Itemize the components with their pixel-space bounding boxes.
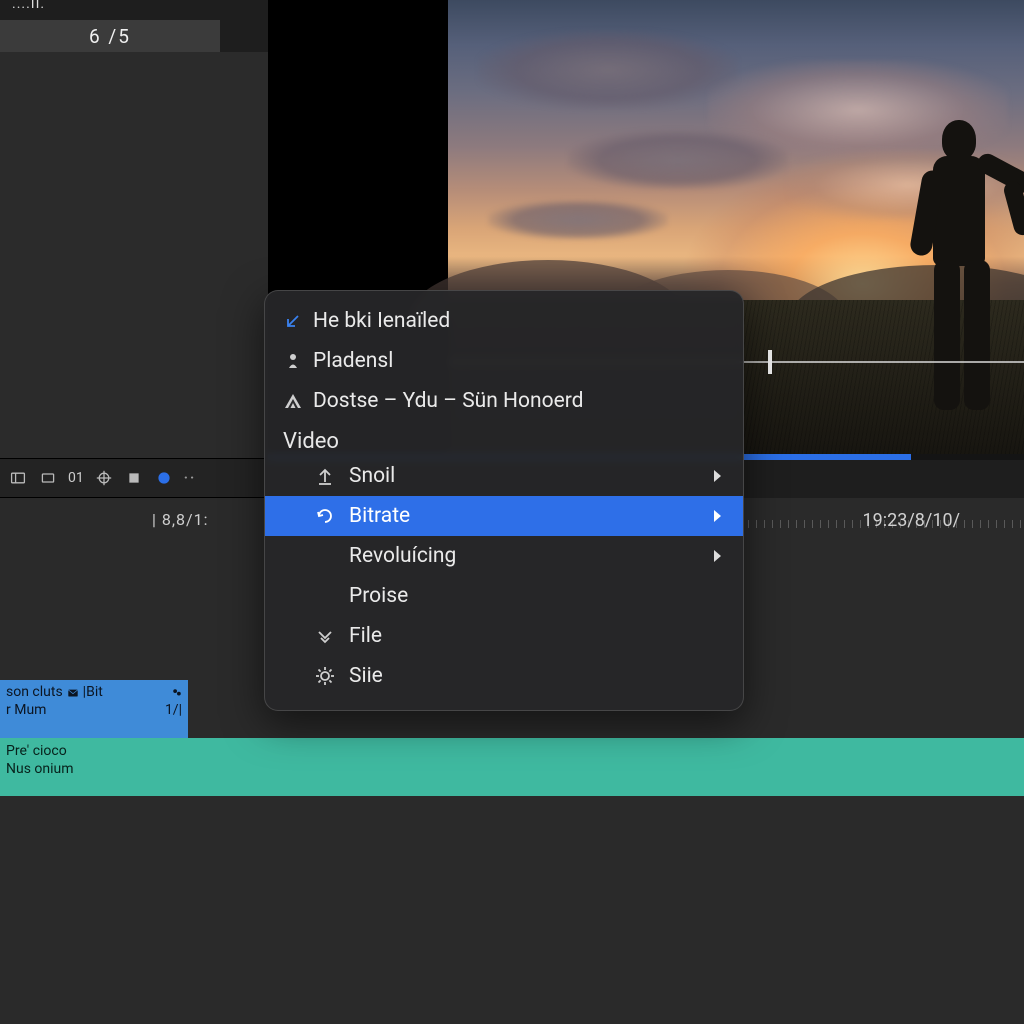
context-menu[interactable]: He bki Ienaïled Pladensl Dostse – Ydu – … [264,290,744,711]
clip-video[interactable]: son cluts |Bit r Mum 1/| [0,680,188,738]
subject-silhouette [878,120,1018,420]
arrow-down-left-icon [283,311,313,331]
menu-item-revoluicing[interactable]: Revoluícing [265,536,743,576]
menu-label: File [349,624,382,648]
clip-audio-l1: Pre' cioco [6,742,1018,760]
menu-section-video: Video [265,421,743,456]
clip-sub-b: 1/| [165,702,182,720]
top-label: ....II. [12,0,45,12]
menu-item-dostse[interactable]: Dostse – Ydu – Sün Honoerd [265,381,743,421]
chevron-right-icon [714,470,721,482]
clip-audio[interactable]: Pre' cioco Nus onium [0,738,1024,796]
clip-icon[interactable] [38,468,58,488]
time-label-left: | 8,8/1: [152,510,208,529]
mail-icon [68,688,78,698]
menu-item-proise[interactable]: Proise [265,576,743,616]
signal-icon [283,391,313,411]
chevron-right-icon [714,510,721,522]
menu-item-siie[interactable]: Siie [265,656,743,696]
target-icon[interactable] [94,468,114,488]
refresh-icon [315,506,349,526]
menu-item-snoil[interactable]: Snoil [265,456,743,496]
toolbar: 01 ·· [0,458,268,498]
clip-label-b: |Bit [83,684,103,702]
record-icon[interactable] [154,468,174,488]
menu-label: Revoluícing [349,544,456,568]
stop-icon[interactable] [124,468,144,488]
tag-icon [172,688,182,698]
menu-label: Pladensl [313,349,393,373]
fraction-value[interactable]: 6 /5 [0,20,220,52]
time-label-right: 19:23/8/10/ [863,510,960,531]
left-panel [0,52,268,458]
gear-icon [315,666,349,686]
clip-audio-l2: Nus onium [6,760,1018,778]
toolbar-counter: 01 [68,470,84,486]
clip-label: son cluts [6,684,63,702]
clip-sub-a: r Mum [6,702,46,720]
menu-label: Snoil [349,464,395,488]
menu-item-pladensl[interactable]: Pladensl [265,341,743,381]
menu-item-bitrate[interactable]: Bitrate [265,496,743,536]
panel-icon[interactable] [8,468,28,488]
chevron-down-icon [315,626,349,646]
chevron-right-icon [714,550,721,562]
more-icon[interactable]: ·· [184,470,196,486]
menu-label: He bki Ienaïled [313,309,450,333]
menu-item-enabled[interactable]: He bki Ienaïled [265,301,743,341]
menu-label: Siie [349,664,383,688]
upload-icon [315,466,349,486]
menu-label: Dostse – Ydu – Sün Honoerd [313,389,584,413]
menu-label: Proise [349,584,408,608]
menu-label: Bitrate [349,504,410,528]
menu-item-file[interactable]: File [265,616,743,656]
pawn-icon [283,351,313,371]
